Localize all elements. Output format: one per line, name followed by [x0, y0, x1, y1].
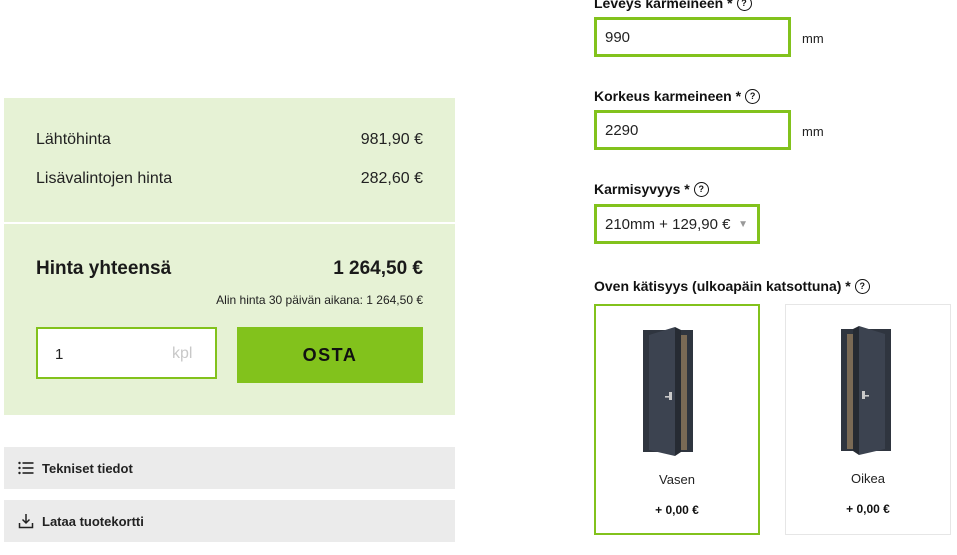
help-icon[interactable]: ?: [736, 0, 752, 11]
quantity-unit: kpl: [172, 345, 193, 362]
help-icon[interactable]: ?: [693, 181, 709, 197]
quantity-input[interactable]: 1 kpl: [36, 327, 217, 379]
base-price-label: Lähtöhinta: [36, 131, 111, 148]
width-label-text: Leveys karmeineen *: [594, 0, 733, 11]
extras-price-row: Lisävalintojen hinta 282,60 €: [36, 170, 423, 188]
option-right-price: + 0,00 €: [846, 502, 890, 516]
height-label-text: Korkeus karmeineen *: [594, 88, 742, 104]
handedness-label: Oven kätisyys (ulkoapäin katsottuna) * ?: [594, 278, 870, 294]
lowest-price-note: Alin hinta 30 päivän aikana: 1 264,50 €: [216, 293, 423, 307]
tech-specs-label: Tekniset tiedot: [42, 460, 133, 476]
extras-price-label: Lisävalintojen hinta: [36, 170, 173, 187]
total-price-label: Hinta yhteensä: [36, 258, 172, 279]
total-price-row: Hinta yhteensä 1 264,50 €: [36, 258, 423, 280]
extras-price-value: 282,60 €: [360, 170, 423, 187]
price-breakdown: [4, 98, 455, 224]
depth-select[interactable]: 210mm + 129,90 € ▼: [594, 204, 760, 244]
price-panel: Lähtöhinta 981,90 € Lisävalintojen hinta…: [4, 98, 455, 415]
option-left-label: Vasen: [659, 472, 695, 487]
height-input[interactable]: [594, 110, 791, 150]
width-unit: mm: [802, 31, 824, 46]
handedness-option-left[interactable]: Vasen + 0,00 €: [594, 304, 760, 535]
help-icon[interactable]: ?: [854, 278, 870, 294]
download-product-card-label: Lataa tuotekortti: [42, 513, 144, 529]
caret-down-icon: ▼: [738, 219, 748, 230]
base-price-row: Lähtöhinta 981,90 €: [36, 131, 423, 149]
list-icon: [17, 459, 35, 477]
handedness-option-right[interactable]: Oikea + 0,00 €: [785, 304, 951, 535]
width-input[interactable]: [594, 17, 791, 57]
buy-button[interactable]: OSTA: [237, 327, 423, 383]
depth-select-value: 210mm + 129,90 €: [605, 215, 731, 233]
door-right-image: [841, 326, 891, 455]
height-unit: mm: [802, 124, 824, 139]
width-label: Leveys karmeineen * ?: [594, 0, 752, 11]
depth-label: Karmisyvyys * ?: [594, 181, 709, 197]
download-product-card-accordion[interactable]: Lataa tuotekortti: [4, 500, 455, 542]
help-icon[interactable]: ?: [745, 88, 761, 104]
option-left-price: + 0,00 €: [655, 503, 699, 517]
quantity-value[interactable]: 1: [55, 346, 63, 363]
download-icon: [17, 512, 35, 530]
option-right-label: Oikea: [851, 471, 885, 486]
tech-specs-accordion[interactable]: Tekniset tiedot: [4, 447, 455, 489]
door-left-image: [643, 327, 693, 456]
handedness-label-text: Oven kätisyys (ulkoapäin katsottuna) *: [594, 278, 851, 294]
total-price-value: 1 264,50 €: [333, 258, 423, 279]
depth-label-text: Karmisyvyys *: [594, 181, 690, 197]
height-label: Korkeus karmeineen * ?: [594, 88, 761, 104]
base-price-value: 981,90 €: [360, 131, 423, 148]
